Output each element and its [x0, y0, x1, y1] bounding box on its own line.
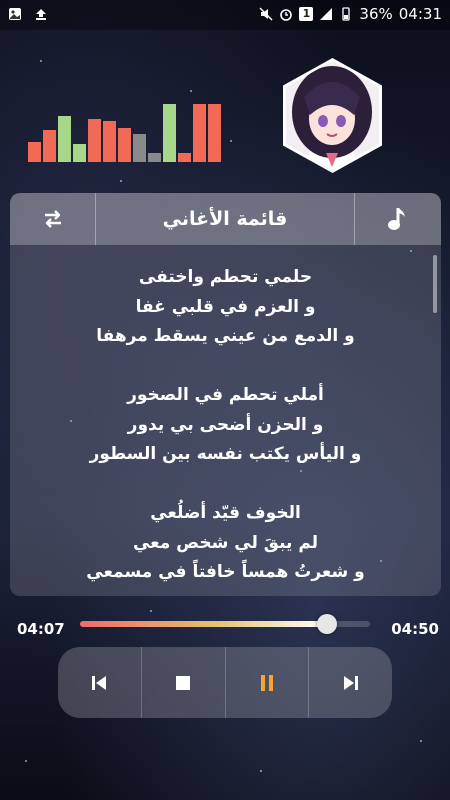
playlist-title: قائمة الأغاني: [162, 208, 288, 230]
avatar[interactable]: [274, 57, 391, 174]
mute-icon: [259, 7, 273, 21]
seek-thumb[interactable]: [317, 614, 337, 634]
previous-button[interactable]: [58, 647, 141, 718]
stop-button[interactable]: [140, 647, 225, 718]
seek-bar[interactable]: [80, 614, 370, 634]
equalizer-bar: [43, 130, 56, 162]
equalizer-bar: [118, 128, 131, 162]
alarm-icon: [280, 9, 293, 21]
previous-icon: [92, 675, 107, 690]
lyric-line: و الحزن أضحى بي يدور: [127, 414, 324, 435]
lyric-line: لم يبقَ لي شخص معي: [132, 532, 319, 553]
sim-badge: 1: [299, 7, 314, 21]
signal-icon: [320, 8, 333, 20]
next-icon: [343, 675, 358, 690]
lyrics-scrollbar[interactable]: [433, 255, 437, 313]
equalizer-bar: [148, 153, 161, 162]
equalizer-visualizer: [28, 96, 221, 162]
equalizer-bar: [88, 119, 101, 162]
equalizer-bar: [133, 134, 146, 162]
equalizer-bar: [103, 121, 116, 162]
upload-icon: [36, 9, 46, 20]
lyric-line: و شعرتُ همساً خافتاً في مسمعي: [86, 562, 365, 582]
music-library-button[interactable]: [354, 193, 441, 245]
clock: 04:31: [398, 5, 442, 23]
gallery-notification-icon: [9, 8, 21, 20]
playlist-header: قائمة الأغاني: [10, 193, 441, 245]
stop-icon: [176, 675, 191, 690]
lyric-line: و العزم في قلبي غفا: [135, 296, 316, 317]
equalizer-bar: [28, 142, 41, 162]
playback-controls: [58, 647, 392, 718]
battery-percent: 36%: [359, 5, 393, 23]
repeat-button[interactable]: [10, 193, 96, 245]
total-time: 04:50: [391, 620, 439, 638]
equalizer-bar: [193, 104, 206, 162]
elapsed-time: 04:07: [17, 620, 65, 638]
equalizer-bar: [208, 104, 221, 162]
music-note-icon: [388, 208, 405, 230]
equalizer-bar: [73, 144, 86, 162]
equalizer-bar: [178, 153, 191, 162]
next-button[interactable]: [308, 647, 392, 718]
playlist-panel: قائمة الأغاني حلمي تحطم واختفى و العزم في…: [10, 193, 441, 596]
lyrics-view[interactable]: حلمي تحطم واختفى و العزم في قلبي غفا و الد…: [10, 245, 441, 596]
lyric-line: أملي تحطم في الصخور: [127, 385, 324, 405]
repeat-icon: [44, 210, 61, 228]
pause-icon: [260, 674, 273, 691]
lyric-line: و الدمع من عيني يسقط مرهفا: [96, 326, 355, 346]
lyric-line: حلمي تحطم واختفى: [138, 267, 313, 287]
lyric-line: الخوف قيّد أضلُعي: [150, 503, 301, 523]
equalizer-bar: [58, 116, 71, 162]
lyric-line: و اليأس يكتب نفسه بين السطور: [89, 444, 362, 464]
seek-bar-progress: [80, 621, 327, 627]
pause-button[interactable]: [224, 647, 309, 718]
status-bar: 1 36% 04:31: [0, 0, 450, 30]
battery-icon: [342, 7, 351, 21]
equalizer-bar: [163, 104, 176, 162]
